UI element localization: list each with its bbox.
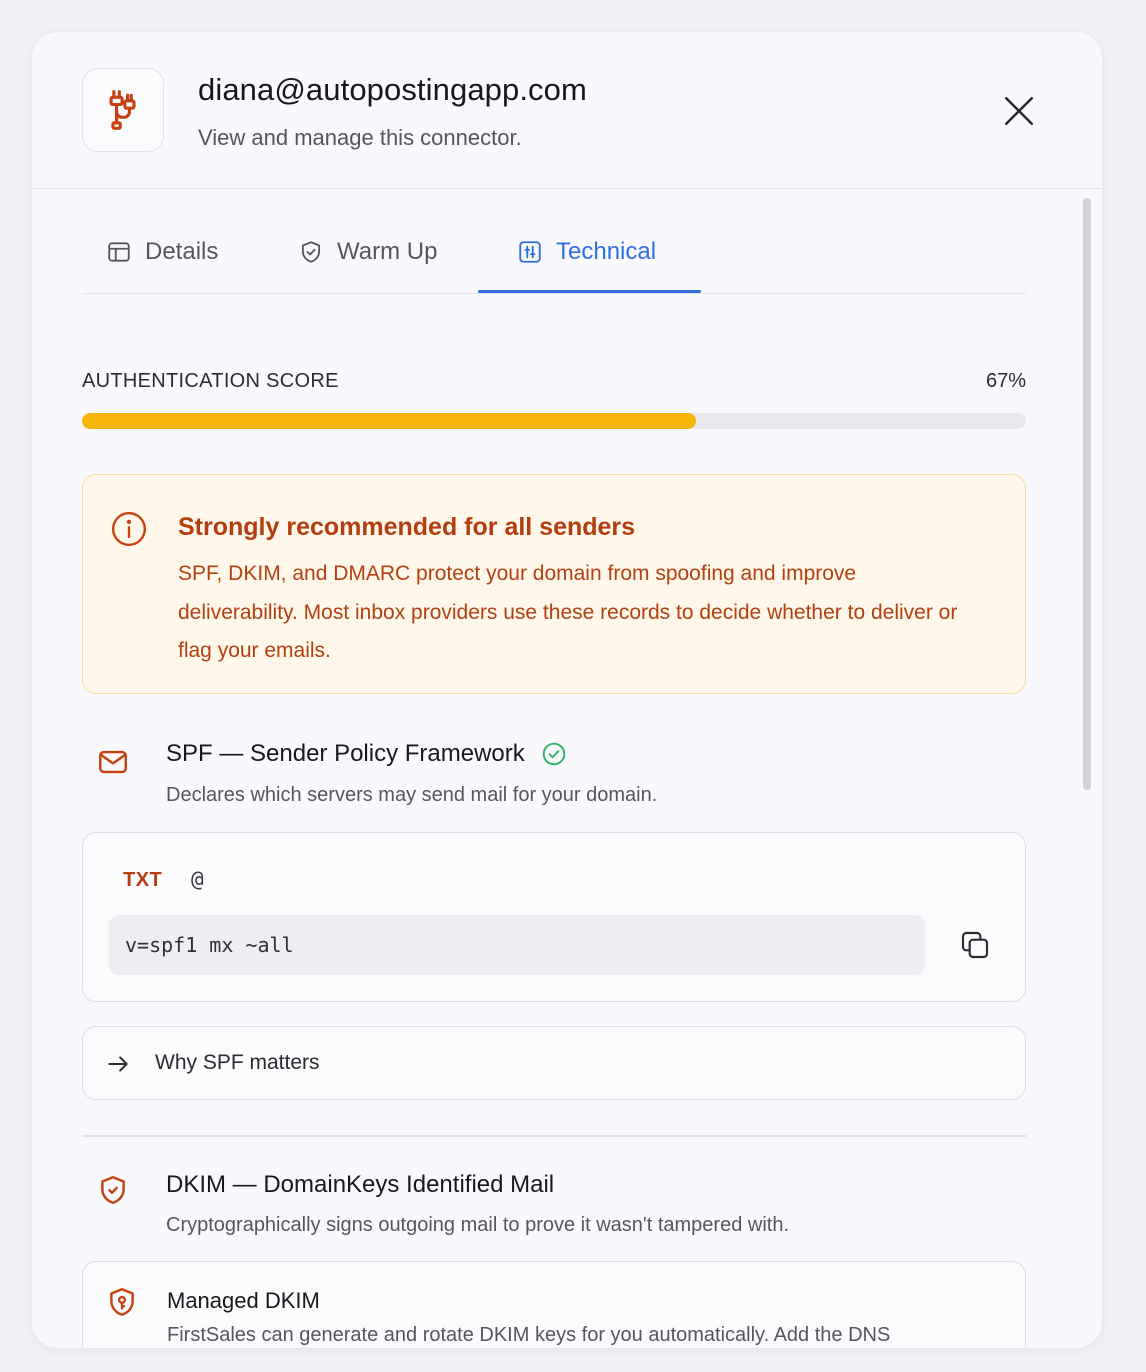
spf-title: SPF — Sender Policy Framework bbox=[166, 740, 567, 768]
managed-dkim-title: Managed DKIM bbox=[167, 1288, 320, 1313]
close-button[interactable] bbox=[998, 90, 1040, 132]
score-value: 67% bbox=[985, 370, 1026, 392]
why-spf-matters-label: Why SPF matters bbox=[155, 1051, 320, 1074]
alert-title: Strongly recommended for all senders bbox=[178, 513, 636, 541]
tab-bar: Details Warm Up Technical bbox=[82, 192, 1026, 294]
record-value[interactable]: v=spf1 mx ~all bbox=[109, 915, 925, 975]
tab-details[interactable]: Details bbox=[106, 238, 218, 266]
check-circle-icon bbox=[542, 742, 566, 766]
tab-warm-up[interactable]: Warm Up bbox=[298, 238, 437, 266]
dkim-description: Cryptographically signs outgoing mail to… bbox=[166, 1214, 790, 1236]
copy-button[interactable] bbox=[957, 927, 993, 963]
alert-body: SPF, DKIM, and DMARC protect your domain… bbox=[178, 562, 958, 662]
score-progress-bar bbox=[82, 413, 1026, 429]
spf-description: Declares which servers may send mail for… bbox=[166, 784, 658, 806]
connector-modal: diana@autopostingapp.com View and manage… bbox=[32, 32, 1102, 1348]
dkim-title: DKIM — DomainKeys Identified Mail bbox=[166, 1171, 554, 1199]
shield-key-icon bbox=[110, 1288, 134, 1316]
score-progress-fill bbox=[82, 413, 696, 429]
tab-details-label: Details bbox=[145, 238, 219, 265]
arrow-right-icon bbox=[108, 1056, 128, 1072]
close-icon bbox=[1004, 96, 1034, 126]
mail-icon bbox=[99, 750, 127, 774]
connector-subtitle: View and manage this connector. bbox=[198, 125, 522, 150]
shield-check-icon bbox=[301, 241, 321, 263]
info-icon bbox=[111, 511, 147, 547]
record-type: TXT bbox=[123, 869, 163, 891]
score-label: AUTHENTICATION SCORE bbox=[82, 370, 339, 392]
spf-record-card: TXT @ v=spf1 mx ~all bbox=[82, 832, 1026, 1002]
section-divider bbox=[82, 1135, 1026, 1137]
connector-title: diana@autopostingapp.com bbox=[198, 72, 587, 107]
spf-title-label: SPF — Sender Policy Framework bbox=[166, 740, 525, 767]
copy-icon bbox=[961, 931, 989, 959]
settings-sliders-icon bbox=[519, 241, 541, 263]
plug-connector-icon bbox=[82, 68, 164, 152]
dkim-title-label: DKIM — DomainKeys Identified Mail bbox=[166, 1171, 555, 1198]
shield-check-icon bbox=[101, 1176, 125, 1204]
layout-icon bbox=[108, 242, 130, 262]
scrollbar-thumb[interactable] bbox=[1083, 198, 1091, 790]
scrollbar[interactable] bbox=[1081, 196, 1093, 1346]
modal-header: diana@autopostingapp.com View and manage… bbox=[32, 32, 1102, 189]
why-spf-matters-button[interactable]: Why SPF matters bbox=[82, 1026, 1026, 1100]
active-tab-indicator bbox=[478, 290, 701, 293]
modal-content: Details Warm Up Technical AUTHENTICATION… bbox=[82, 192, 1026, 1348]
tab-technical[interactable]: Technical bbox=[517, 238, 656, 266]
managed-dkim-card: Managed DKIM FirstSales can generate and… bbox=[82, 1261, 1026, 1348]
record-host: @ bbox=[191, 867, 204, 891]
tab-warm-up-label: Warm Up bbox=[337, 238, 438, 265]
tab-technical-label: Technical bbox=[556, 238, 657, 265]
recommendation-alert: Strongly recommended for all senders SPF… bbox=[82, 474, 1026, 694]
managed-dkim-description: FirstSales can generate and rotate DKIM … bbox=[167, 1324, 891, 1346]
